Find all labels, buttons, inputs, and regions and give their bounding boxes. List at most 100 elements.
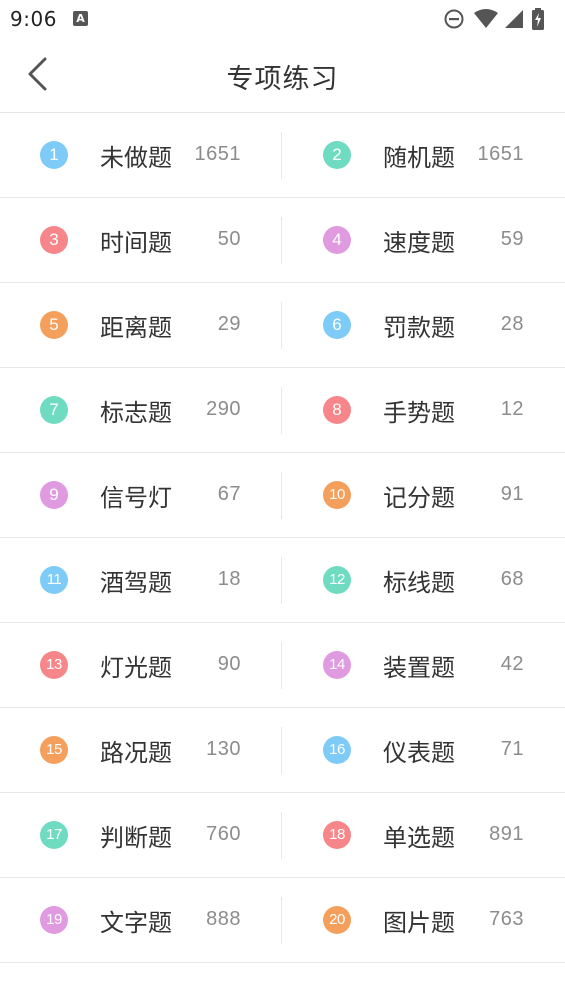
category-item[interactable]: 2 随机题 1651	[283, 113, 565, 197]
number-badge: 13	[40, 651, 68, 679]
column-divider	[281, 387, 282, 434]
column-divider	[281, 472, 282, 519]
category-item[interactable]: 19 文字题 888	[0, 878, 282, 962]
category-label: 未做题	[100, 144, 172, 172]
category-item[interactable]: 9 信号灯 67	[0, 453, 282, 537]
number-badge: 8	[323, 396, 351, 424]
category-label: 判断题	[100, 824, 172, 852]
category-item[interactable]: 11 酒驾题 18	[0, 538, 282, 622]
number-badge: 20	[323, 906, 351, 934]
category-label: 酒驾题	[100, 569, 172, 597]
category-row: 17 判断题 760 18 单选题 891	[0, 793, 565, 878]
category-label: 灯光题	[100, 654, 172, 682]
question-count: 891	[489, 823, 524, 845]
category-row: 5 距离题 29 6 罚款题 28	[0, 283, 565, 368]
category-label: 信号灯	[100, 484, 172, 512]
category-label: 仪表题	[383, 739, 455, 767]
category-row: 3 时间题 50 4 速度题 59	[0, 198, 565, 283]
column-divider	[281, 727, 282, 774]
number-badge: 19	[40, 906, 68, 934]
status-icons	[443, 8, 553, 30]
question-count: 71	[500, 738, 524, 760]
number-badge: 11	[40, 566, 68, 594]
category-label: 标线题	[383, 569, 455, 597]
number-badge: 16	[323, 736, 351, 764]
category-label: 图片题	[383, 909, 455, 937]
practice-category-grid: 1 未做题 1651 2 随机题 1651 3 时间题 50 4 速度题 59 5 距离题 29 6 罚款题 28…	[0, 113, 565, 963]
category-item[interactable]: 1 未做题 1651	[0, 113, 282, 197]
status-time: 9:06	[10, 7, 57, 31]
category-label: 随机题	[383, 144, 455, 172]
category-item[interactable]: 5 距离题 29	[0, 283, 282, 367]
number-badge: 14	[323, 651, 351, 679]
category-row: 13 灯光题 90 14 装置题 42	[0, 623, 565, 708]
nav-bar: 专项练习	[0, 38, 565, 113]
category-item[interactable]: 15 路况题 130	[0, 708, 282, 792]
category-label: 单选题	[383, 824, 455, 852]
category-label: 速度题	[383, 229, 455, 257]
number-badge: 3	[40, 226, 68, 254]
page-title: 专项练习	[226, 64, 339, 95]
number-badge: 12	[323, 566, 351, 594]
number-badge: 4	[323, 226, 351, 254]
battery-charging-icon	[532, 8, 544, 30]
category-item[interactable]: 13 灯光题 90	[0, 623, 282, 707]
category-row: 19 文字题 888 20 图片题 763	[0, 878, 565, 963]
category-label: 记分题	[383, 484, 455, 512]
number-badge: 17	[40, 821, 68, 849]
question-count: 12	[500, 398, 524, 420]
question-count: 1651	[194, 143, 241, 165]
category-label: 装置题	[383, 654, 455, 682]
wifi-icon	[474, 9, 498, 28]
category-item[interactable]: 16 仪表题 71	[283, 708, 565, 792]
category-row: 1 未做题 1651 2 随机题 1651	[0, 113, 565, 198]
question-count: 42	[500, 653, 524, 675]
category-label: 文字题	[100, 909, 172, 937]
number-badge: 5	[40, 311, 68, 339]
question-count: 290	[206, 398, 241, 420]
number-badge: 18	[323, 821, 351, 849]
category-row: 11 酒驾题 18 12 标线题 68	[0, 538, 565, 623]
notification-a-icon: A	[73, 11, 88, 26]
question-count: 91	[500, 483, 524, 505]
question-count: 29	[217, 313, 241, 335]
category-label: 距离题	[100, 314, 172, 342]
category-item[interactable]: 17 判断题 760	[0, 793, 282, 877]
number-badge: 10	[323, 481, 351, 509]
question-count: 59	[500, 228, 524, 250]
column-divider	[281, 557, 282, 604]
category-item[interactable]: 7 标志题 290	[0, 368, 282, 452]
column-divider	[281, 642, 282, 689]
column-divider	[281, 897, 282, 944]
category-item[interactable]: 8 手势题 12	[283, 368, 565, 452]
number-badge: 6	[323, 311, 351, 339]
category-item[interactable]: 12 标线题 68	[283, 538, 565, 622]
question-count: 1651	[477, 143, 524, 165]
signal-icon	[505, 10, 523, 28]
category-item[interactable]: 20 图片题 763	[283, 878, 565, 962]
number-badge: 15	[40, 736, 68, 764]
category-item[interactable]: 3 时间题 50	[0, 198, 282, 282]
column-divider	[281, 217, 282, 264]
category-label: 手势题	[383, 399, 455, 427]
column-divider	[281, 132, 282, 179]
number-badge: 1	[40, 141, 68, 169]
question-count: 28	[500, 313, 524, 335]
status-bar: 9:06 A	[0, 0, 565, 38]
category-item[interactable]: 14 装置题 42	[283, 623, 565, 707]
category-label: 罚款题	[383, 314, 455, 342]
question-count: 888	[206, 908, 241, 930]
category-item[interactable]: 18 单选题 891	[283, 793, 565, 877]
question-count: 130	[206, 738, 241, 760]
do-not-disturb-icon	[444, 9, 464, 29]
category-item[interactable]: 10 记分题 91	[283, 453, 565, 537]
question-count: 68	[500, 568, 524, 590]
category-item[interactable]: 4 速度题 59	[283, 198, 565, 282]
category-label: 时间题	[100, 229, 172, 257]
category-item[interactable]: 6 罚款题 28	[283, 283, 565, 367]
number-badge: 7	[40, 396, 68, 424]
category-label: 标志题	[100, 399, 172, 427]
number-badge: 9	[40, 481, 68, 509]
question-count: 18	[217, 568, 241, 590]
question-count: 50	[217, 228, 241, 250]
